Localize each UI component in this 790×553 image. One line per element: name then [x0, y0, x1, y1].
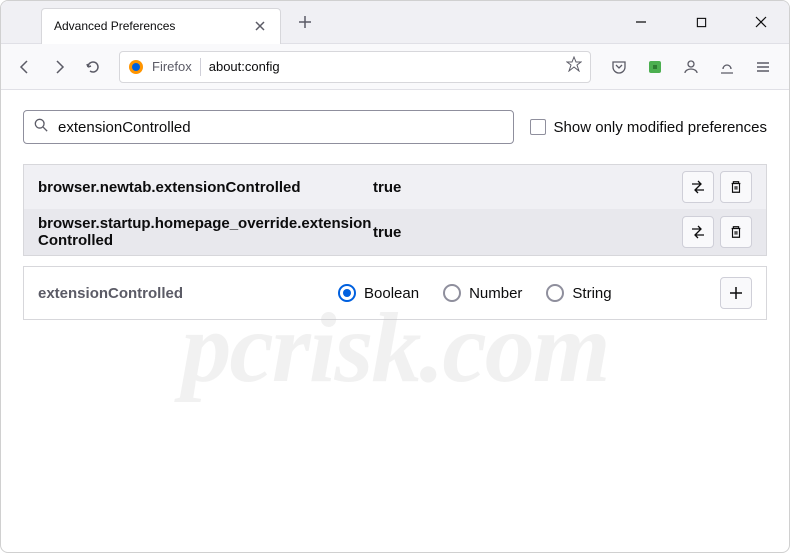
search-input[interactable] [58, 119, 503, 136]
delete-button[interactable] [720, 171, 752, 203]
pref-value: true [373, 224, 682, 241]
url-separator [200, 58, 201, 76]
window-controls [621, 6, 789, 38]
radio-icon [546, 284, 564, 302]
delete-button[interactable] [720, 216, 752, 248]
pref-actions [682, 216, 752, 248]
extension-icon[interactable] [641, 53, 669, 81]
maximize-button[interactable] [681, 6, 721, 38]
page-content: Show only modified preferences browser.n… [1, 90, 789, 340]
back-button[interactable] [9, 51, 41, 83]
radio-boolean[interactable]: Boolean [338, 284, 419, 302]
radio-number[interactable]: Number [443, 284, 522, 302]
toolbar-icons [601, 53, 781, 81]
pref-value: true [373, 179, 682, 196]
modified-only-checkbox[interactable]: Show only modified preferences [530, 119, 767, 136]
radio-icon [338, 284, 356, 302]
firefox-icon [128, 59, 144, 75]
forward-button[interactable] [43, 51, 75, 83]
navbar: Firefox about:config [1, 44, 789, 90]
close-window-button[interactable] [741, 6, 781, 38]
pref-name: browser.newtab.extensionControlled [38, 179, 373, 196]
url-text: about:config [209, 59, 558, 74]
radio-label: Boolean [364, 285, 419, 302]
tab-strip: Advanced Preferences [1, 1, 621, 44]
pref-actions [682, 171, 752, 203]
type-radio-group: Boolean Number String [338, 284, 720, 302]
radio-icon [443, 284, 461, 302]
pref-row: browser.newtab.extensionControlled true [24, 165, 766, 209]
new-pref-name: extensionControlled [38, 285, 338, 302]
checkbox-label: Show only modified preferences [554, 119, 767, 136]
radio-label: String [572, 285, 611, 302]
pocket-icon[interactable] [605, 53, 633, 81]
pref-row: browser.startup.homepage_override.extens… [24, 209, 766, 255]
star-icon[interactable] [566, 56, 582, 77]
close-tab-icon[interactable] [252, 18, 268, 34]
browser-tab[interactable]: Advanced Preferences [41, 8, 281, 44]
account-icon[interactable] [677, 53, 705, 81]
url-bar[interactable]: Firefox about:config [119, 51, 591, 83]
app-menu-icon[interactable] [749, 53, 777, 81]
new-tab-button[interactable] [291, 8, 319, 36]
toggle-button[interactable] [682, 216, 714, 248]
preference-table: browser.newtab.extensionControlled true … [23, 164, 767, 256]
search-icon [34, 118, 48, 137]
radio-string[interactable]: String [546, 284, 611, 302]
add-button[interactable] [720, 277, 752, 309]
identity-label: Firefox [152, 59, 192, 74]
downloads-icon[interactable] [713, 53, 741, 81]
search-row: Show only modified preferences [23, 110, 767, 144]
tab-title: Advanced Preferences [54, 19, 252, 33]
minimize-button[interactable] [621, 6, 661, 38]
pref-name: browser.startup.homepage_override.extens… [38, 215, 373, 249]
reload-button[interactable] [77, 51, 109, 83]
checkbox-icon [530, 119, 546, 135]
toggle-button[interactable] [682, 171, 714, 203]
radio-label: Number [469, 285, 522, 302]
new-preference-row: extensionControlled Boolean Number Strin… [23, 266, 767, 320]
titlebar: Advanced Preferences [1, 1, 789, 44]
search-box[interactable] [23, 110, 514, 144]
